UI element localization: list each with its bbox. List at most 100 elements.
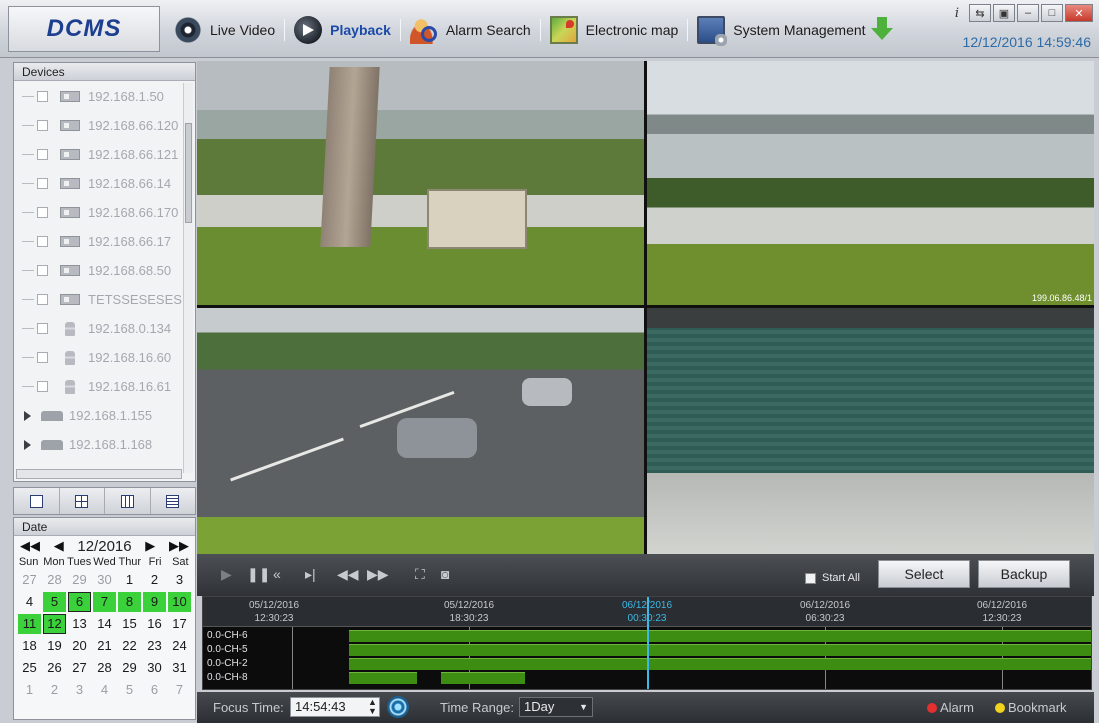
calendar-day[interactable]: 15 bbox=[118, 614, 141, 634]
calendar-day[interactable]: 10 bbox=[168, 592, 191, 612]
snapshot-icon[interactable]: ◙ bbox=[441, 566, 449, 582]
calendar-day[interactable]: 28 bbox=[93, 658, 116, 678]
device-checkbox[interactable] bbox=[37, 91, 48, 102]
recording-segment[interactable] bbox=[441, 672, 525, 684]
calendar-day[interactable]: 1 bbox=[18, 680, 41, 700]
calendar-day[interactable]: 9 bbox=[143, 592, 166, 612]
video-tile-3[interactable] bbox=[197, 308, 644, 554]
device-checkbox[interactable] bbox=[37, 149, 48, 160]
slow-icon[interactable]: ◀◀ bbox=[337, 566, 359, 583]
video-tile-2[interactable]: 199.06.86.48/1 bbox=[647, 61, 1094, 305]
device-item[interactable]: 192.168.66.170 bbox=[14, 198, 184, 227]
recording-segment[interactable] bbox=[349, 672, 417, 684]
play-icon[interactable]: ▶ bbox=[221, 566, 232, 583]
focus-time-input[interactable]: 14:54:43 bbox=[290, 697, 380, 717]
device-checkbox[interactable] bbox=[37, 352, 48, 363]
calendar-day[interactable]: 27 bbox=[68, 658, 91, 678]
calendar-day[interactable]: 6 bbox=[143, 680, 166, 700]
device-item[interactable]: 192.168.16.61 bbox=[14, 372, 184, 401]
expand-arrow-icon[interactable] bbox=[24, 410, 31, 421]
calendar-day[interactable]: 13 bbox=[68, 614, 91, 634]
device-checkbox[interactable] bbox=[37, 207, 48, 218]
maximize-button[interactable]: □ bbox=[1041, 4, 1063, 22]
device-checkbox[interactable] bbox=[37, 323, 48, 334]
nav-system-management[interactable]: System Management bbox=[691, 14, 907, 46]
calendar-day[interactable]: 20 bbox=[68, 636, 91, 656]
device-item[interactable]: 192.168.0.134 bbox=[14, 314, 184, 343]
calendar-day[interactable]: 31 bbox=[168, 658, 191, 678]
calendar-day[interactable]: 4 bbox=[93, 680, 116, 700]
locate-time-icon[interactable] bbox=[387, 696, 409, 718]
pause-icon[interactable]: ❚❚ bbox=[247, 566, 270, 583]
device-item[interactable]: 192.168.68.50 bbox=[14, 256, 184, 285]
calendar-day[interactable]: 12 bbox=[43, 614, 66, 634]
device-checkbox[interactable] bbox=[37, 178, 48, 189]
calendar-day[interactable]: 27 bbox=[18, 570, 41, 590]
device-checkbox[interactable] bbox=[37, 236, 48, 247]
recording-timeline[interactable]: 05/12/2016 12:30:23 05/12/2016 18:30:23 06/1… bbox=[202, 596, 1092, 690]
calendar-day[interactable]: 3 bbox=[68, 680, 91, 700]
calendar-day[interactable]: 17 bbox=[168, 614, 191, 634]
time-spinner[interactable]: ▲ ▼ bbox=[368, 698, 377, 716]
select-button[interactable]: Select bbox=[878, 560, 970, 588]
calendar-day[interactable]: 16 bbox=[143, 614, 166, 634]
calendar-day[interactable]: 5 bbox=[43, 592, 66, 612]
device-checkbox[interactable] bbox=[37, 294, 48, 305]
calendar-day[interactable]: 14 bbox=[93, 614, 116, 634]
layout-16-button[interactable] bbox=[151, 488, 196, 514]
calendar-day[interactable]: 21 bbox=[93, 636, 116, 656]
scroll-thumb[interactable] bbox=[185, 123, 192, 223]
device-checkbox[interactable] bbox=[37, 265, 48, 276]
nav-playback[interactable]: Playback bbox=[288, 14, 397, 46]
fast-icon[interactable]: ▶▶ bbox=[367, 566, 389, 583]
calendar-day[interactable]: 29 bbox=[68, 570, 91, 590]
device-item[interactable]: 192.168.1.168 bbox=[14, 430, 184, 459]
device-item[interactable]: 192.168.66.14 bbox=[14, 169, 184, 198]
calendar-day[interactable]: 2 bbox=[143, 570, 166, 590]
device-item[interactable]: TETSSESESES bbox=[14, 285, 184, 314]
calendar-day[interactable]: 5 bbox=[118, 680, 141, 700]
device-tree-hscrollbar[interactable] bbox=[16, 469, 182, 479]
device-checkbox[interactable] bbox=[37, 120, 48, 131]
calendar-day[interactable]: 29 bbox=[118, 658, 141, 678]
calendar-day[interactable]: 4 bbox=[18, 592, 41, 612]
backup-button[interactable]: Backup bbox=[978, 560, 1070, 588]
lock-button[interactable]: ▣ bbox=[993, 4, 1015, 22]
calendar-day[interactable]: 25 bbox=[18, 658, 41, 678]
checkbox-box[interactable] bbox=[805, 572, 816, 584]
calendar-day[interactable]: 26 bbox=[43, 658, 66, 678]
calendar-day[interactable]: 2 bbox=[43, 680, 66, 700]
calendar-day[interactable]: 1 bbox=[118, 570, 141, 590]
info-icon[interactable]: i bbox=[955, 6, 959, 21]
calendar-day[interactable]: 18 bbox=[18, 636, 41, 656]
recording-segment[interactable] bbox=[349, 630, 1091, 642]
calendar-day[interactable]: 30 bbox=[93, 570, 116, 590]
layout-9-button[interactable] bbox=[105, 488, 151, 514]
calendar-day[interactable]: 24 bbox=[168, 636, 191, 656]
calendar-day[interactable]: 8 bbox=[118, 592, 141, 612]
calendar-day[interactable]: 19 bbox=[43, 636, 66, 656]
video-tile-4[interactable] bbox=[647, 308, 1094, 554]
next-year-icon[interactable]: ▶▶ bbox=[169, 538, 189, 554]
fullscreen-icon[interactable]: ⛶ bbox=[415, 566, 425, 583]
user-switch-button[interactable]: ⇆ bbox=[969, 4, 991, 22]
timeline-cursor[interactable] bbox=[647, 597, 649, 689]
start-all-checkbox[interactable]: Start All bbox=[805, 572, 860, 584]
layout-4-button[interactable] bbox=[60, 488, 105, 514]
calendar-day[interactable]: 30 bbox=[143, 658, 166, 678]
device-tree-scrollbar[interactable] bbox=[183, 83, 193, 473]
layout-1-button[interactable] bbox=[14, 488, 60, 514]
nav-alarm-search[interactable]: Alarm Search bbox=[404, 14, 537, 46]
device-item[interactable]: 192.168.1.50 bbox=[14, 82, 184, 111]
expand-arrow-icon[interactable] bbox=[24, 439, 31, 450]
recording-segment[interactable] bbox=[349, 658, 1091, 670]
step-forward-icon[interactable]: ▸| bbox=[305, 566, 316, 583]
recording-segment[interactable] bbox=[349, 644, 1091, 656]
device-item[interactable]: 192.168.1.155 bbox=[14, 401, 184, 430]
nav-live-video[interactable]: Live Video bbox=[168, 14, 281, 46]
prev-month-icon[interactable]: ◀ bbox=[54, 538, 64, 554]
download-icon[interactable] bbox=[870, 17, 894, 43]
calendar-day[interactable]: 7 bbox=[168, 680, 191, 700]
device-checkbox[interactable] bbox=[37, 381, 48, 392]
close-button[interactable]: ✕ bbox=[1065, 4, 1093, 22]
